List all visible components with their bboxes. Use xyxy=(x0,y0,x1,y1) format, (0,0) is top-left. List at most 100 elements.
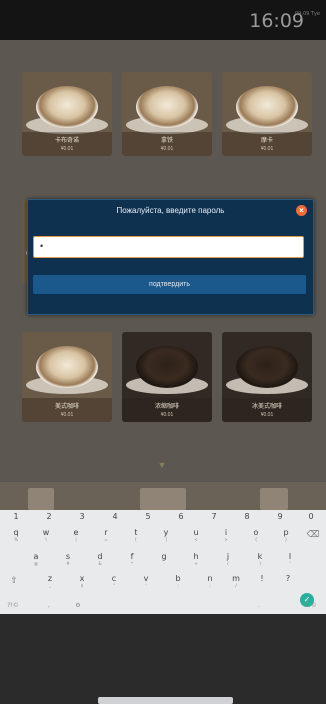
key-period[interactable]: . xyxy=(254,602,264,609)
key-alt: # xyxy=(66,561,70,566)
key-label: c xyxy=(111,574,117,583)
key-label: h xyxy=(193,552,199,561)
coffee-cup-image xyxy=(136,346,198,388)
key-label: y xyxy=(163,528,169,537)
product-name: 美式咖啡 xyxy=(54,404,79,410)
key-u[interactable]: u < xyxy=(186,528,206,542)
key-7[interactable]: 7 xyxy=(202,512,226,521)
key-exclamation[interactable]: ! xyxy=(254,574,270,583)
key-x[interactable]: x $ xyxy=(72,574,92,588)
symbols-key[interactable]: ?!© xyxy=(2,602,24,609)
key-z[interactable]: z _ xyxy=(40,574,60,588)
key-q[interactable]: q% xyxy=(6,528,26,542)
product-price: ¥0.01 xyxy=(60,146,74,152)
chevron-down-icon[interactable]: ▼ xyxy=(157,461,167,470)
key-alt: [ xyxy=(135,537,137,542)
status-bar: 16:09 09.09 Туе xyxy=(0,0,326,40)
key-r[interactable]: r = xyxy=(96,528,116,542)
close-icon[interactable]: × xyxy=(296,205,307,216)
letter-row-2: a @ s # d & f * g- h + j( k) l ' xyxy=(0,552,326,570)
backspace-icon[interactable]: ⌫ xyxy=(303,530,323,540)
product-tile-7[interactable]: 美式咖啡 ¥0.01 xyxy=(22,332,112,422)
key-label: l xyxy=(288,552,292,561)
key-alt: @ xyxy=(34,561,38,566)
product-tile-1[interactable]: 卡布奇诺 ¥0.01 xyxy=(22,72,112,156)
gear-icon[interactable]: ⚙ xyxy=(72,602,84,609)
product-tile-9[interactable]: 冰美式咖啡 ¥0.01 xyxy=(222,332,312,422)
key-label: r xyxy=(104,528,108,537)
key-alt: % xyxy=(14,537,18,542)
key-t[interactable]: t[ xyxy=(126,528,146,542)
coffee-cup-image xyxy=(36,346,98,388)
key-2[interactable]: 2 xyxy=(37,512,61,521)
key-n[interactable]: n; xyxy=(200,574,220,588)
key-label: j xyxy=(226,552,230,561)
letter-row-3: ⇧ z _ x $ c " v ' b: n; m / ! ? xyxy=(0,574,326,592)
number-row: 1 2 3 4 5 6 7 8 9 0 xyxy=(0,510,326,522)
letter-row-1: q% w \ e | r = t[ y] u < i > o{ p} ⌫ xyxy=(0,528,326,546)
key-c[interactable]: c " xyxy=(104,574,124,588)
product-tile-8[interactable]: 浓缩咖啡 ¥0.01 xyxy=(122,332,212,422)
space-bar[interactable] xyxy=(98,697,233,704)
key-alt: = xyxy=(104,537,108,542)
key-comma[interactable]: , xyxy=(44,602,54,609)
key-alt: { xyxy=(254,537,258,542)
product-name: 冰美式咖啡 xyxy=(251,404,282,410)
key-m[interactable]: m / xyxy=(226,574,246,588)
key-p[interactable]: p} xyxy=(276,528,296,542)
key-alt: < xyxy=(194,537,198,542)
key-alt: \ xyxy=(45,537,47,542)
key-label: s xyxy=(65,552,71,561)
key-i[interactable]: i > xyxy=(216,528,236,542)
key-3[interactable]: 3 xyxy=(70,512,94,521)
key-1[interactable]: 1 xyxy=(4,512,28,521)
product-name: 摩卡 xyxy=(260,138,273,144)
key-k[interactable]: k) xyxy=(250,552,270,566)
key-label: q xyxy=(13,528,19,537)
key-4[interactable]: 4 xyxy=(103,512,127,521)
key-e[interactable]: e | xyxy=(66,528,86,542)
key-alt: ' xyxy=(289,561,291,566)
product-tile-3[interactable]: 摩卡 ¥0.01 xyxy=(222,72,312,156)
key-label: z xyxy=(47,574,53,583)
key-l[interactable]: l ' xyxy=(280,552,300,566)
key-s[interactable]: s # xyxy=(58,552,78,566)
password-dialog: Пожалуйста, введите пароль × • подтверди… xyxy=(27,199,314,315)
product-name: 浓缩咖啡 xyxy=(154,404,179,410)
key-y[interactable]: y] xyxy=(156,528,176,542)
key-label: m xyxy=(232,574,240,583)
key-5[interactable]: 5 xyxy=(136,512,160,521)
key-w[interactable]: w \ xyxy=(36,528,56,542)
key-question[interactable]: ? xyxy=(280,574,296,583)
key-a[interactable]: a @ xyxy=(26,552,46,566)
key-label: o xyxy=(253,528,259,537)
bottom-strip xyxy=(0,482,326,510)
product-tile-2[interactable]: 拿铁 ¥0.01 xyxy=(122,72,212,156)
key-label: b xyxy=(175,574,181,583)
key-6[interactable]: 6 xyxy=(169,512,193,521)
key-alt: ( xyxy=(227,561,229,566)
key-0[interactable]: 0 xyxy=(299,512,323,521)
key-b[interactable]: b: xyxy=(168,574,188,588)
key-label: p xyxy=(283,528,289,537)
key-label: x xyxy=(79,574,85,583)
key-o[interactable]: o{ xyxy=(246,528,266,542)
key-label: f xyxy=(130,552,134,561)
shift-icon[interactable]: ⇧ xyxy=(4,576,24,586)
key-f[interactable]: f * xyxy=(122,552,142,566)
key-label: v xyxy=(143,574,149,583)
symbols-key-right[interactable]: ?!© xyxy=(300,602,322,609)
key-g[interactable]: g- xyxy=(154,552,174,566)
confirm-button[interactable]: подтвердить xyxy=(33,275,306,294)
keyboard-bottom-row: ?!© , ⚙ . ?!© xyxy=(0,602,326,704)
product-price: ¥0.01 xyxy=(260,146,274,152)
key-d[interactable]: d & xyxy=(90,552,110,566)
key-v[interactable]: v ' xyxy=(136,574,156,588)
key-alt: | xyxy=(75,537,77,542)
key-h[interactable]: h + xyxy=(186,552,206,566)
key-8[interactable]: 8 xyxy=(235,512,259,521)
key-j[interactable]: j( xyxy=(218,552,238,566)
key-9[interactable]: 9 xyxy=(268,512,292,521)
key-alt: _ xyxy=(49,583,51,588)
password-field[interactable]: • xyxy=(33,236,304,258)
